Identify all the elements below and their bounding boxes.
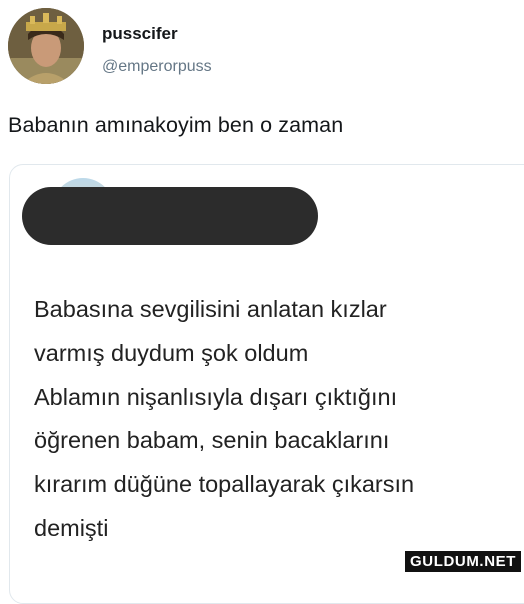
quoted-text-line: Babasına sevgilisini anlatan kızlar (34, 296, 387, 322)
redacted-author-bar (22, 187, 318, 245)
tweet-text: Babanın amınakoyim ben o zaman (8, 113, 344, 137)
author-name[interactable]: pusscifer (102, 24, 178, 44)
quoted-text-line: Ablamın nişanlısıyla dışarı çıktığını (34, 383, 398, 410)
quoted-text-line: kırarım düğüne topallayarak çıkarsın (34, 471, 415, 498)
quoted-text-line: öğrenen babam, senin bacaklarını (34, 427, 390, 454)
author-handle[interactable]: @emperorpuss (102, 58, 212, 76)
quoted-text-line: demişti (34, 514, 109, 541)
author-avatar[interactable] (8, 8, 84, 84)
quoted-tweet-text: Babasına sevgilisini anlatan kızlar varm… (34, 288, 514, 551)
site-watermark: GULDUM.NET (405, 551, 521, 572)
avatar-portrait-image (8, 8, 84, 84)
quoted-text-line: varmış duydum şok oldum (34, 339, 309, 366)
